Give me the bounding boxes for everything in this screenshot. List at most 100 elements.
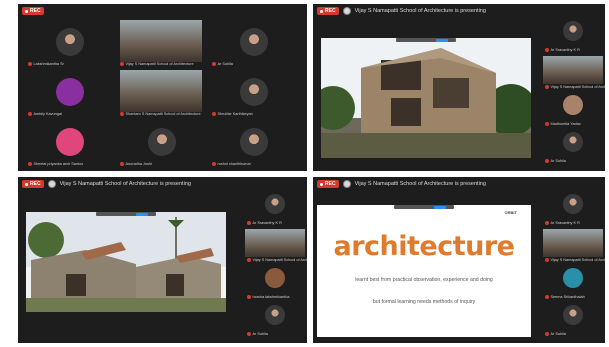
side-participant-tile[interactable]: Ar Suhila <box>543 302 603 339</box>
side-participant-tile[interactable]: Ar Sravanthy K R <box>245 191 305 228</box>
mic-muted-icon <box>545 48 549 52</box>
mic-muted-icon <box>247 258 251 262</box>
avatar-photo <box>563 305 583 325</box>
record-dot-icon <box>320 182 323 186</box>
slide-heading: architecture <box>333 231 516 262</box>
participant-name: Ar Suhila <box>212 62 233 66</box>
participant-name: Vijay S Namapatti School of Architecture <box>120 62 194 66</box>
avatar-initial <box>56 128 84 156</box>
avatar-photo <box>563 132 583 152</box>
participant-name: Shruthie Karthikeyan <box>212 112 253 116</box>
screen-share-toolbar[interactable] <box>394 205 454 209</box>
recording-badge[interactable]: REC <box>317 7 339 15</box>
presenting-title: Vijay S Namapatti School of Architecture… <box>59 181 191 187</box>
participant-tile[interactable]: Shantam S Namapatti School of Architectu… <box>116 70 208 120</box>
presentation-topbar-1: REC Vijay S Namapatti School of Architec… <box>313 4 605 18</box>
shared-screen <box>313 38 537 158</box>
presenting-title: Vijay S Namapatti School of Architecture… <box>354 181 486 187</box>
participant-name: Seema Srikanthaiah <box>545 295 585 299</box>
participant-tile[interactable]: Ar Suhila <box>208 20 300 70</box>
participant-name: Sheetal priyanka arch Santos <box>28 162 83 166</box>
presenter-avatar-icon <box>342 180 351 188</box>
participant-name: harsha lakshmikantha <box>247 295 289 299</box>
participant-strip-3: Ar Sravanthy K R Vijay S Namapatti School… <box>541 191 605 343</box>
mic-muted-icon <box>120 112 124 116</box>
stop-share-button[interactable] <box>136 212 148 216</box>
presentation-topbar-3: REC Vijay S Namapatti School of Architec… <box>313 177 605 191</box>
mic-muted-icon <box>28 62 32 66</box>
avatar-initial <box>563 268 583 288</box>
avatar-initial <box>56 78 84 106</box>
side-participant-tile[interactable]: Ar Sravanthy K R <box>543 18 603 55</box>
slide-text-line-2: but formal learning needs methods of inq… <box>372 299 476 305</box>
mic-muted-icon <box>545 258 549 262</box>
recording-badge[interactable]: REC <box>22 180 44 188</box>
avatar-photo <box>240 28 268 56</box>
participant-name: Ar Suhila <box>545 159 566 163</box>
side-participant-tile[interactable]: Vijay S Namapatti School of Architecture <box>543 228 605 265</box>
mic-muted-icon <box>28 112 32 116</box>
presenter-avatar-icon <box>47 180 56 188</box>
presentation-panel-3: REC Vijay S Namapatti School of Architec… <box>313 177 605 343</box>
side-participant-tile[interactable]: harsha lakshmikantha <box>245 265 305 302</box>
presentation-topbar-2: REC Vijay S Namapatti School of Architec… <box>18 177 307 191</box>
participant-tile[interactable]: Sheetal priyanka arch Santos <box>24 120 116 170</box>
shared-screen <box>26 212 226 312</box>
participant-tile[interactable]: Anuradha Joshi <box>116 120 208 170</box>
avatar-photo <box>563 21 583 41</box>
recording-badge[interactable]: REC <box>317 180 339 188</box>
avatar-photo <box>240 78 268 106</box>
avatar-photo <box>265 305 285 325</box>
gallery-topbar: REC <box>18 4 307 18</box>
participant-name: Ar Sravanthy K R <box>247 221 282 225</box>
participant-tile[interactable]: Ambily Kavungal <box>24 70 116 120</box>
video-feed <box>120 20 202 62</box>
mic-muted-icon <box>247 221 251 225</box>
mic-muted-icon <box>120 62 124 66</box>
participant-tile[interactable]: roshni shanthkumar <box>208 120 300 170</box>
side-participant-tile[interactable]: Seema Srikanthaiah <box>543 265 603 302</box>
stop-share-button[interactable] <box>436 38 448 42</box>
side-participant-tile[interactable]: Madhumita Yadav <box>543 92 603 129</box>
participant-tile[interactable]: Shruthie Karthikeyan <box>208 70 300 120</box>
side-participant-tile[interactable]: Ar Suhila <box>543 129 603 166</box>
participant-name: Madhumita Yadav <box>545 122 581 126</box>
mic-muted-icon <box>545 221 549 225</box>
presentation-panel-1: REC Vijay S Namapatti School of Architec… <box>313 4 605 171</box>
side-participant-tile[interactable]: Ar Suhila <box>245 302 305 339</box>
side-participant-tile[interactable]: Vijay S Namapatti School of Architecture <box>245 228 307 265</box>
gallery-view-panel: REC Lakshmikantha Sr Vijay S Namapatti Sc… <box>18 4 307 171</box>
avatar-photo <box>563 194 583 214</box>
participant-name: Ar Suhila <box>545 332 566 336</box>
mic-muted-icon <box>545 332 549 336</box>
participant-name: Vijay S Namapatti School of Architecture <box>545 258 605 262</box>
mic-muted-icon <box>545 159 549 163</box>
presenting-title: Vijay S Namapatti School of Architecture… <box>354 8 486 14</box>
participant-name: Vijay S Namapatti School of Architecture <box>247 258 307 262</box>
mic-muted-icon <box>28 162 32 166</box>
participant-tile[interactable]: Lakshmikantha Sr <box>24 20 116 70</box>
avatar-photo <box>265 194 285 214</box>
screen-share-toolbar[interactable] <box>396 38 456 42</box>
stop-share-button[interactable] <box>434 205 446 209</box>
record-dot-icon <box>25 182 28 186</box>
mic-muted-icon <box>545 85 549 89</box>
participant-tile[interactable]: Vijay S Namapatti School of Architecture <box>116 20 208 70</box>
participant-name: Ambily Kavungal <box>28 112 62 116</box>
mic-muted-icon <box>212 112 216 116</box>
mic-muted-icon <box>120 162 124 166</box>
side-participant-tile[interactable]: Ar Sravanthy K R <box>543 191 603 228</box>
screen-share-toolbar[interactable] <box>96 212 156 216</box>
side-participant-tile[interactable]: Vijay S Namapatti School of Architecture <box>543 55 605 92</box>
slide-text-line-1: learnt best from practical observation, … <box>355 277 493 283</box>
avatar-photo <box>148 128 176 156</box>
presentation-panel-2: REC Vijay S Namapatti School of Architec… <box>18 177 307 343</box>
video-feed <box>120 70 202 112</box>
avatar-initial <box>563 95 583 115</box>
recording-badge[interactable]: REC <box>22 7 44 15</box>
video-feed <box>543 229 603 257</box>
participant-name: Anuradha Joshi <box>120 162 152 166</box>
participant-name: Ar Suhila <box>247 332 268 336</box>
avatar-initial <box>265 268 285 288</box>
presenter-avatar-icon <box>342 7 351 15</box>
